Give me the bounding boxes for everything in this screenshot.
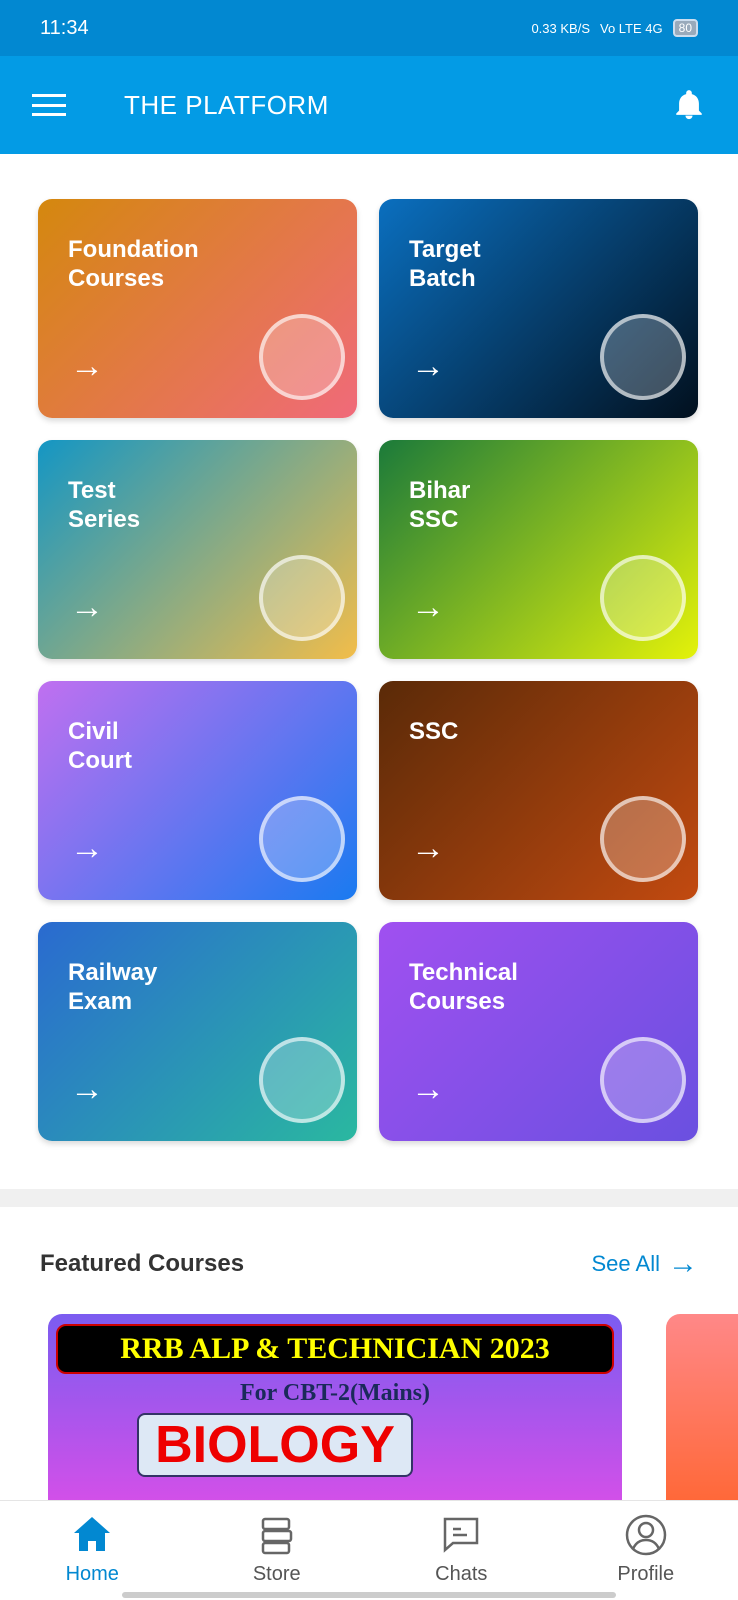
bell-icon[interactable] (672, 86, 706, 124)
arrow-right-icon: → (70, 588, 104, 626)
arrow-right-icon: → (70, 829, 104, 867)
featured-title: Featured Courses (40, 1250, 245, 1277)
menu-icon[interactable] (32, 94, 66, 116)
category-label: Railway Exam (68, 959, 158, 1015)
arrow-right-icon: → (411, 1070, 445, 1108)
nav-label: Chats (435, 1563, 488, 1585)
books-icon (261, 1517, 292, 1555)
featured-course-card[interactable] (666, 1314, 738, 1514)
category-card[interactable]: SSC → (379, 681, 698, 900)
category-label: Civil Court (68, 718, 132, 774)
gesture-handle (122, 1592, 616, 1598)
category-label: Foundation Courses (68, 236, 199, 292)
network-type: Vo LTE 4G (600, 20, 663, 36)
nav-chats[interactable]: Chats (369, 1501, 554, 1600)
ssc-emblem-icon (600, 796, 686, 882)
profile-icon (625, 1514, 666, 1556)
see-all-label: See All (591, 1251, 661, 1276)
monitor-graduation-icon (259, 314, 345, 400)
checklist-icon (259, 555, 345, 641)
category-label: Technical Courses (409, 959, 518, 1015)
status-time: 11:34 (40, 16, 89, 39)
banner-subject: BIOLOGY (137, 1413, 413, 1477)
category-label: Test Series (68, 477, 141, 533)
bihar-ssc-logo-icon (600, 555, 686, 641)
see-all-link[interactable]: See All → (592, 1247, 699, 1281)
arrow-right-icon: → (411, 347, 445, 385)
arrow-right-icon: → (411, 829, 445, 867)
category-grid: Foundation Courses → Target Batch → Test… (0, 154, 738, 1141)
category-label: Target Batch (409, 236, 481, 292)
featured-course-card[interactable]: RRB ALP & TECHNICIAN 2023 For CBT-2(Main… (48, 1314, 622, 1514)
category-card[interactable]: Bihar SSC → (379, 440, 698, 659)
category-card[interactable]: Railway Exam → (38, 922, 357, 1141)
category-card[interactable]: Target Batch → (379, 199, 698, 418)
nav-store[interactable]: Store (185, 1501, 370, 1600)
banner-title: RRB ALP & TECHNICIAN 2023 (56, 1324, 614, 1374)
nav-profile[interactable]: Profile (554, 1501, 738, 1600)
arrow-right-icon: → (668, 1247, 698, 1280)
chat-icon (444, 1517, 479, 1553)
nav-label: Store (252, 1563, 301, 1585)
featured-header: Featured Courses See All → (0, 1247, 738, 1281)
target-icon (600, 314, 686, 400)
book-gear-icon (600, 1037, 686, 1123)
divider (0, 1189, 738, 1207)
arrow-right-icon: → (411, 588, 445, 626)
category-card[interactable]: Test Series → (38, 440, 357, 659)
nav-home[interactable]: Home (0, 1501, 185, 1600)
category-label: SSC (409, 718, 459, 745)
status-bar: 11:34 0.33 KB/S Vo LTE 4G 80 (0, 0, 738, 56)
bottom-nav: Home Store Chats Profile (0, 1500, 738, 1600)
arrow-right-icon: → (70, 1070, 104, 1108)
scales-icon (259, 796, 345, 882)
category-card[interactable]: Civil Court → (38, 681, 357, 900)
nav-label: Profile (617, 1563, 675, 1585)
network-speed: 0.33 KB/S (531, 20, 590, 36)
nav-label: Home (65, 1563, 119, 1585)
app-bar: THE PLATFORM (0, 56, 738, 154)
battery-icon: 80 (672, 19, 698, 37)
app-title: THE PLATFORM (124, 89, 329, 120)
arrow-right-icon: → (70, 347, 104, 385)
category-card[interactable]: Foundation Courses → (38, 199, 357, 418)
home-icon (74, 1517, 111, 1551)
banner-subtitle: For CBT-2(Mains) (239, 1380, 430, 1406)
category-card[interactable]: Technical Courses → (379, 922, 698, 1141)
category-label: Bihar SSC (409, 477, 471, 533)
indian-railways-icon (259, 1037, 345, 1123)
